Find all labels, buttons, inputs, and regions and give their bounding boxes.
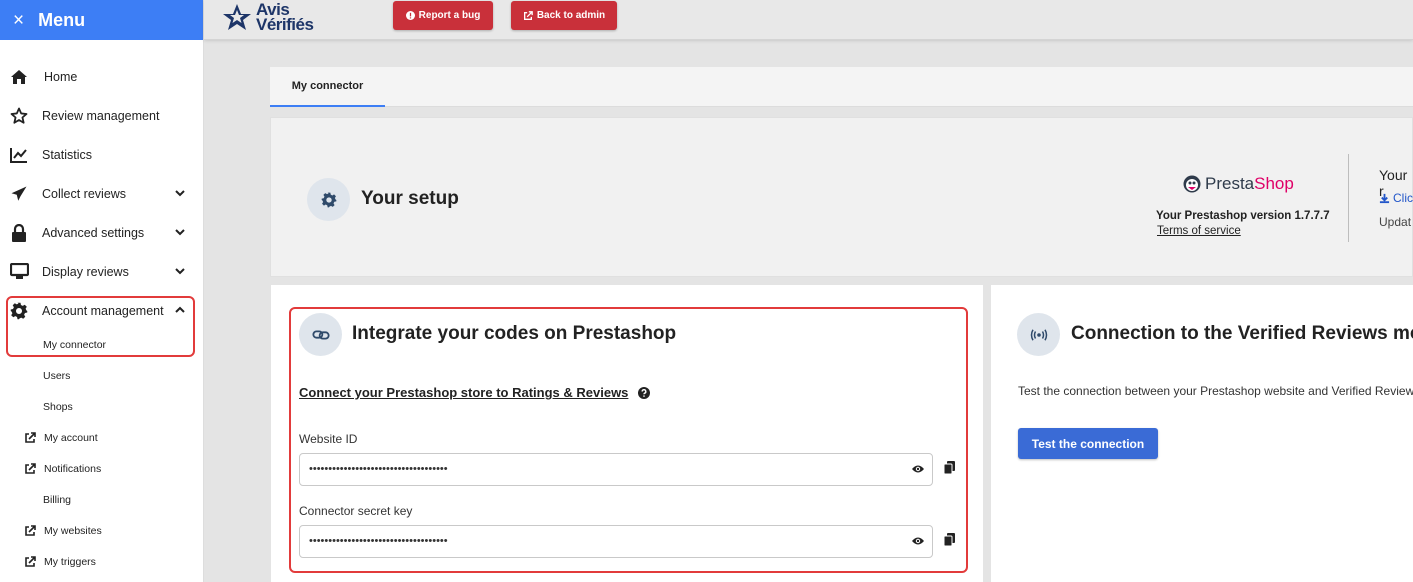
report-bug-button[interactable]: Report a bug — [393, 1, 493, 30]
click-download-link[interactable]: Clic — [1379, 191, 1413, 205]
connection-panel: Connection to the Verified Reviews mo Te… — [991, 285, 1413, 582]
sidebar: × Menu Home Review management Statistics… — [0, 0, 204, 582]
chart-line-icon — [9, 145, 29, 165]
click-label: Clic — [1393, 191, 1413, 205]
back-to-admin-button[interactable]: Back to admin — [511, 1, 617, 30]
menu-header: × Menu — [0, 0, 203, 40]
external-link-icon — [25, 431, 36, 443]
sidebar-subitem-label: My websites — [44, 524, 102, 537]
prestashop-version: Your Prestashop version 1.7.7.7 — [1156, 210, 1330, 222]
highlight-annotation-account — [6, 296, 195, 357]
tab-my-connector[interactable]: My connector — [270, 67, 385, 107]
sidebar-subitem-label: Shops — [43, 400, 73, 413]
chevron-down-icon[interactable] — [174, 226, 186, 238]
setup-panel: Your setup PrestaShop Your Prestashop ve… — [270, 117, 1413, 277]
sidebar-subitem-billing[interactable]: Billing — [0, 484, 204, 515]
prestashop-logo-text-a: Presta — [1205, 174, 1255, 193]
sidebar-item-label: Collect reviews — [42, 186, 127, 201]
lock-icon — [9, 223, 29, 243]
logo-text-line2: Vérifiés — [256, 15, 314, 34]
gear-icon — [321, 192, 336, 207]
broadcast-icon — [1030, 328, 1047, 341]
sidebar-subitem-my-triggers[interactable]: My triggers — [0, 546, 204, 577]
monitor-icon — [9, 262, 29, 282]
setup-icon-circle — [307, 178, 350, 221]
connection-icon-circle — [1017, 313, 1060, 356]
sidebar-item-home[interactable]: Home — [0, 57, 204, 96]
prestashop-logo-text-b: Shop — [1254, 174, 1294, 193]
sidebar-item-display-reviews[interactable]: Display reviews — [0, 252, 204, 291]
chevron-down-icon[interactable] — [174, 187, 186, 199]
exclamation-circle-icon — [405, 11, 415, 20]
sidebar-subitem-label: My account — [44, 431, 98, 444]
update-label: Updat — [1379, 215, 1412, 229]
sidebar-item-label: Statistics — [42, 147, 93, 162]
sidebar-item-label: Home — [44, 69, 78, 84]
vertical-divider — [1348, 154, 1349, 242]
external-link-icon — [25, 555, 36, 567]
external-link-icon — [25, 462, 36, 474]
sidebar-subitem-label: My triggers — [44, 555, 96, 568]
setup-title: Your setup — [361, 188, 459, 209]
avis-verifies-logo[interactable]: Avis Vérifiés — [222, 1, 314, 34]
sidebar-subitem-label: Notifications — [44, 462, 102, 475]
sidebar-subitem-label: Users — [43, 369, 71, 382]
external-link-icon — [25, 524, 36, 536]
sidebar-subitem-notifications[interactable]: Notifications — [0, 453, 204, 484]
close-menu-icon[interactable]: × — [13, 11, 24, 30]
home-icon — [9, 67, 29, 87]
top-bar: Avis Vérifiés Report a bug Back to admin — [204, 0, 1413, 40]
test-connection-button[interactable]: Test the connection — [1018, 428, 1158, 459]
tab-bar: My connector — [270, 67, 1413, 107]
prestashop-logo: PrestaShop — [1183, 174, 1294, 194]
sidebar-subitem-shops[interactable]: Shops — [0, 391, 204, 422]
sidebar-item-label: Review management — [42, 108, 160, 123]
sidebar-item-label: Display reviews — [42, 264, 129, 279]
avis-verifies-logo-icon — [223, 4, 251, 30]
sidebar-item-review-management[interactable]: Review management — [0, 96, 204, 135]
sidebar-subitem-users[interactable]: Users — [0, 360, 204, 391]
prestashop-penguin-icon — [1183, 175, 1201, 193]
connection-title: Connection to the Verified Reviews mo — [1071, 323, 1413, 344]
sidebar-subitem-my-account[interactable]: My account — [0, 422, 204, 453]
menu-title: Menu — [38, 9, 86, 30]
sidebar-subitem-label: Billing — [43, 493, 72, 506]
sidebar-item-label: Advanced settings — [42, 225, 145, 240]
sidebar-subitem-my-websites[interactable]: My websites — [0, 515, 204, 546]
terms-of-service-link[interactable]: Terms of service — [1157, 225, 1241, 237]
connection-description: Test the connection between your Prestas… — [1018, 384, 1413, 398]
sidebar-item-collect-reviews[interactable]: Collect reviews — [0, 174, 204, 213]
sidebar-item-statistics[interactable]: Statistics — [0, 135, 204, 174]
download-icon — [1379, 193, 1390, 203]
report-bug-label: Report a bug — [418, 10, 481, 21]
sidebar-item-advanced-settings[interactable]: Advanced settings — [0, 213, 204, 252]
back-to-admin-label: Back to admin — [536, 10, 606, 21]
highlight-annotation-integrate — [289, 307, 968, 573]
external-link-icon — [523, 10, 533, 20]
chevron-down-icon[interactable] — [174, 265, 186, 277]
paper-plane-icon — [9, 184, 29, 204]
star-icon — [9, 106, 29, 126]
